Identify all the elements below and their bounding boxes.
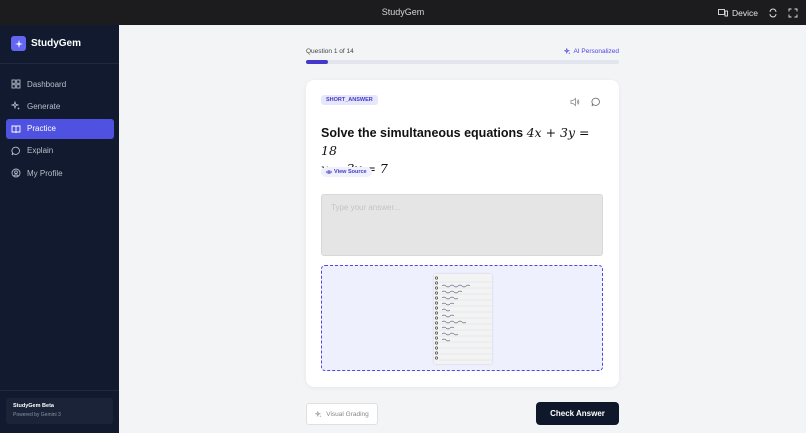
action-bar: Visual Grading Check Answer xyxy=(306,402,619,425)
question-counter: Question 1 of 14 xyxy=(306,48,354,55)
progress-bar xyxy=(306,60,619,64)
sidebar-item-label: Generate xyxy=(27,101,61,111)
brand-logo-icon xyxy=(11,36,26,51)
sidebar-divider xyxy=(0,63,119,64)
sidebar-item-label: My Profile xyxy=(27,168,63,178)
question-type-badge: SHORT_ANSWER xyxy=(321,95,378,105)
sidebar-item-label: Practice xyxy=(27,124,56,134)
beta-card: StudyGem Beta Powered by Gemini 3 xyxy=(6,398,113,424)
sidebar-item-my-profile[interactable]: My Profile xyxy=(6,163,114,183)
question-prefix: Solve the simultaneous equations xyxy=(321,126,524,140)
chat-bubble-icon[interactable] xyxy=(591,97,601,107)
speaker-icon[interactable] xyxy=(570,97,580,107)
refresh-icon[interactable] xyxy=(768,8,778,18)
uploaded-notebook-image xyxy=(434,274,492,364)
ai-personalized-badge: AI Personalized xyxy=(564,48,619,55)
fullscreen-icon[interactable] xyxy=(788,8,798,18)
titlebar-controls: Device xyxy=(718,0,798,25)
sidebar-item-practice[interactable]: Practice xyxy=(6,118,114,139)
beta-title: StudyGem Beta xyxy=(13,403,54,409)
card-actions xyxy=(570,97,601,107)
image-upload-dropzone[interactable] xyxy=(321,265,603,371)
progress-fill xyxy=(306,60,329,64)
book-icon xyxy=(11,125,21,133)
window-title: StudyGem xyxy=(381,7,425,17)
main-content: Question 1 of 14 AI Personalized SHORT_A… xyxy=(119,25,806,433)
view-source-button[interactable]: View Source xyxy=(321,167,372,177)
device-icon xyxy=(718,8,728,16)
visual-grading-label: Visual Grading xyxy=(326,410,369,418)
sparkles-icon xyxy=(315,410,322,417)
user-circle-icon xyxy=(11,168,21,178)
ai-personalized-label: AI Personalized xyxy=(573,48,619,55)
sidebar-item-generate[interactable]: Generate xyxy=(6,96,114,116)
check-answer-button[interactable]: Check Answer xyxy=(536,402,619,425)
answer-input[interactable]: Type your answer... xyxy=(321,194,603,256)
chat-bubble-icon xyxy=(11,146,20,156)
view-source-label: View Source xyxy=(334,169,367,175)
sparkles-icon xyxy=(564,48,571,55)
dashboard-icon xyxy=(11,79,21,89)
sidebar-item-explain[interactable]: Explain xyxy=(6,141,114,161)
sidebar-item-dashboard[interactable]: Dashboard xyxy=(6,74,114,94)
sidebar-item-label: Explain xyxy=(27,146,54,156)
question-card: SHORT_ANSWER Solve the simultaneous equa… xyxy=(306,80,619,387)
brand[interactable]: StudyGem xyxy=(11,36,81,51)
beta-subtitle: Powered by Gemini 3 xyxy=(13,412,61,418)
sidebar-item-label: Dashboard xyxy=(27,79,67,89)
device-button[interactable]: Device xyxy=(718,8,758,18)
device-label: Device xyxy=(732,7,758,18)
sidebar-nav: Dashboard Generate Practice Explain My P… xyxy=(6,74,114,185)
window-titlebar: StudyGem Device xyxy=(0,0,806,25)
visual-grading-button[interactable]: Visual Grading xyxy=(306,403,378,425)
brand-name: StudyGem xyxy=(31,38,82,49)
sparkles-icon xyxy=(11,101,20,111)
sidebar: StudyGem Dashboard Generate Practice Exp… xyxy=(0,25,119,433)
eye-icon xyxy=(326,170,332,174)
sidebar-divider-bottom xyxy=(0,390,119,391)
